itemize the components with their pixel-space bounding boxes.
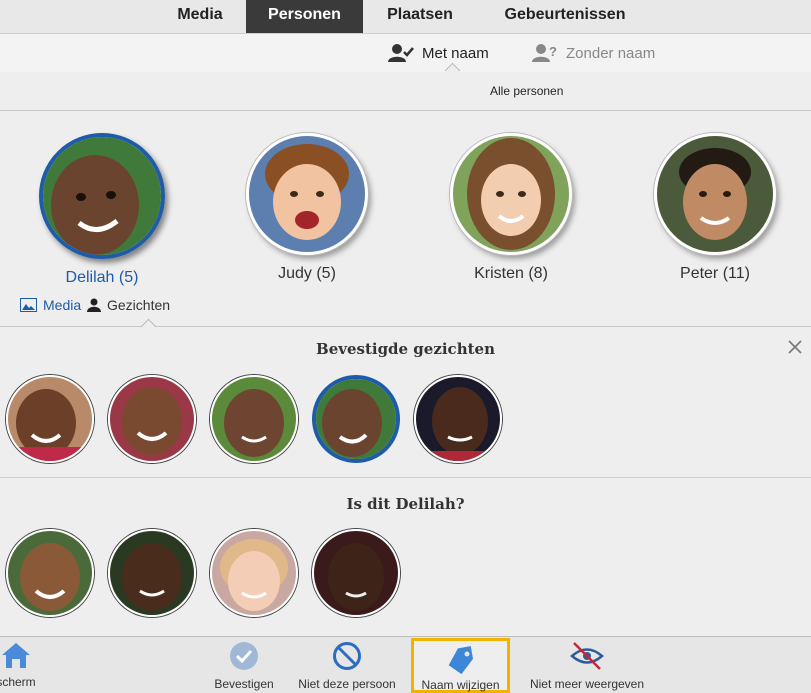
person-icon — [87, 298, 101, 312]
confirmed-face[interactable] — [108, 375, 196, 463]
not-this-person-button[interactable]: Niet deze persoon — [292, 637, 402, 693]
filter-row: Alle personen — [0, 72, 811, 111]
confirmed-face[interactable] — [6, 375, 94, 463]
person-card-peter[interactable]: Peter (11) — [645, 133, 785, 283]
eye-slash-icon — [570, 642, 604, 670]
confirm-button[interactable]: Bevestigen — [209, 637, 279, 693]
avatar — [246, 133, 368, 255]
person-check-icon — [388, 44, 414, 62]
confirmed-face[interactable] — [414, 375, 502, 463]
tag-icon — [448, 646, 473, 675]
met-naam-label: Met naam — [422, 44, 489, 62]
person-question-icon: ? — [532, 44, 557, 62]
suggested-face[interactable] — [108, 529, 196, 617]
person-card-kristen[interactable]: Kristen (8) — [441, 133, 581, 283]
facet-faces[interactable]: Gezichten — [87, 297, 170, 313]
person-card-delilah[interactable]: Delilah (5) — [32, 133, 172, 287]
not-this-person-label: Niet deze persoon — [298, 677, 396, 691]
bottom-toolbar: scherm Bevestigen Niet deze persoon Naam… — [0, 636, 811, 693]
image-icon — [20, 298, 37, 312]
avatar — [654, 133, 776, 255]
suggested-faces-section: Is dit Delilah? — [0, 478, 811, 635]
rename-button[interactable]: Naam wijzigen — [411, 638, 510, 693]
tab-plaatsen[interactable]: Plaatsen — [370, 0, 470, 33]
home-icon — [2, 643, 30, 668]
suggested-face[interactable] — [312, 529, 400, 617]
facet-media-label: Media — [43, 297, 82, 313]
confirmed-faces-title: Bevestigde gezichten — [316, 340, 495, 358]
zonder-naam-label: Zonder naam — [566, 44, 656, 62]
tab-met-naam[interactable]: Met naam — [388, 42, 489, 64]
facet-faces-label: Gezichten — [107, 297, 171, 313]
confirmed-faces-section: Bevestigde gezichten — [0, 327, 811, 477]
confirm-label: Bevestigen — [214, 677, 274, 691]
close-icon[interactable] — [787, 339, 803, 355]
sub-navigation: Met naam ? Zonder naam — [0, 33, 811, 79]
tab-personen[interactable]: Personen — [246, 0, 363, 33]
home-label: scherm — [0, 675, 36, 689]
person-name: Judy (5) — [278, 265, 336, 282]
suggested-face[interactable] — [210, 529, 298, 617]
avatar — [450, 133, 572, 255]
tab-zonder-naam[interactable]: ? Zonder naam — [532, 42, 655, 64]
all-persons-filter[interactable]: Alle personen — [490, 84, 563, 98]
top-tab-bar: Media Personen Plaatsen Gebeurtenissen — [0, 0, 811, 33]
hide-button[interactable]: Niet meer weergeven — [522, 637, 652, 693]
avatar — [39, 133, 165, 259]
block-icon — [333, 642, 361, 670]
hide-label: Niet meer weergeven — [529, 677, 645, 691]
people-strip: Delilah (5) Judy (5) Kristen (8) Peter (… — [0, 111, 811, 335]
facet-media[interactable]: Media — [20, 297, 81, 313]
check-circle-icon — [230, 642, 258, 670]
person-name: Peter (11) — [680, 265, 750, 282]
rename-label: Naam wijzigen — [421, 678, 500, 692]
svg-text:?: ? — [549, 44, 557, 59]
person-name: Kristen (8) — [474, 265, 548, 282]
person-name: Delilah (5) — [65, 269, 139, 286]
tab-media[interactable]: Media — [160, 0, 240, 33]
home-screen-button[interactable]: scherm — [0, 637, 46, 693]
confirmed-face[interactable] — [210, 375, 298, 463]
tab-gebeurtenissen[interactable]: Gebeurtenissen — [480, 0, 650, 33]
person-card-judy[interactable]: Judy (5) — [237, 133, 377, 283]
confirmed-face-selected[interactable] — [312, 375, 400, 463]
suggested-faces-title: Is dit Delilah? — [346, 495, 465, 513]
suggested-face[interactable] — [6, 529, 94, 617]
